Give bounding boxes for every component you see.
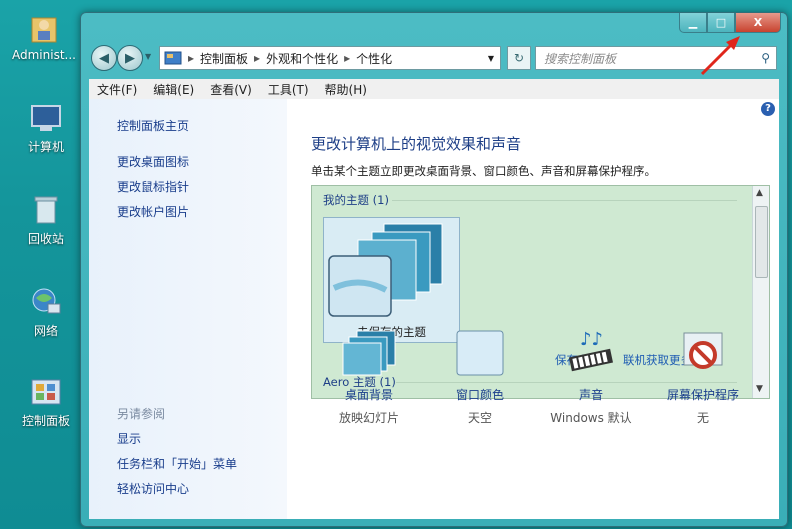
refresh-button[interactable]: ↻ xyxy=(507,46,531,70)
desktop-background-icon xyxy=(342,330,396,376)
menu-help[interactable]: 帮助(H) xyxy=(317,81,375,98)
unsaved-theme-tile[interactable]: 未保存的主题 xyxy=(323,217,460,343)
my-themes-heading: 我的主题 (1) xyxy=(323,193,389,207)
scroll-down-icon[interactable]: ▼ xyxy=(756,384,763,394)
breadcrumb-sep-icon: ▸ xyxy=(188,51,195,65)
left-navigation-pane: 控制面板主页 更改桌面图标 更改鼠标指针 更改帐户图片 另请参阅 显示 任务栏和… xyxy=(89,99,287,519)
setting-label: 声音 xyxy=(578,388,603,402)
menu-bar: 文件(F) 编辑(E) 查看(V) 工具(T) 帮助(H) xyxy=(89,79,779,99)
link-change-account-picture[interactable]: 更改帐户图片 xyxy=(117,203,189,220)
minimize-button[interactable]: ▁ xyxy=(679,13,707,33)
window-color-icon xyxy=(456,330,504,376)
navigation-bar: ◀ ▶ ▼ ▸ 控制面板 ▸ 外观和个性化 ▸ 个性化 ▼ ↻ 搜索控制面板 ⚲ xyxy=(89,43,779,71)
group-divider xyxy=(392,200,737,201)
setting-value: Windows 默认 xyxy=(550,411,632,425)
link-change-desktop-icons[interactable]: 更改桌面图标 xyxy=(117,153,189,170)
menu-view[interactable]: 查看(V) xyxy=(202,81,260,98)
page-title: 更改计算机上的视觉效果和声音 xyxy=(311,135,522,153)
link-control-panel-home[interactable]: 控制面板主页 xyxy=(117,117,189,134)
caption-buttons: ▁ □ X xyxy=(679,13,781,33)
theme-list-scrollbar[interactable]: ▲ ▼ xyxy=(752,186,769,398)
window-color-setting[interactable]: 窗口颜色 天空 xyxy=(432,329,528,426)
search-icon[interactable]: ⚲ xyxy=(761,51,770,65)
forward-button[interactable]: ▶ xyxy=(117,45,143,71)
scroll-up-icon[interactable]: ▲ xyxy=(756,188,763,198)
desktop-background-setting[interactable]: 桌面背景 放映幻灯片 xyxy=(321,329,417,426)
desktop-icon-label: 计算机 xyxy=(27,140,64,154)
desktop-icon-label: 回收站 xyxy=(27,232,64,246)
theme-preview-image xyxy=(328,223,443,317)
desktop-icon-recycle-bin[interactable]: 回收站 xyxy=(10,194,82,247)
user-folder-icon xyxy=(31,17,57,43)
screen-saver-setting[interactable]: 屏幕保护程序 无 xyxy=(655,329,751,426)
help-icon[interactable]: ? xyxy=(761,102,775,116)
breadcrumb-control-panel[interactable]: 控制面板 xyxy=(200,50,248,67)
desktop-icon-administrator[interactable]: Administ... xyxy=(8,12,80,62)
history-dropdown-icon[interactable]: ▼ xyxy=(145,52,151,61)
desktop-icon-network[interactable]: 网络 xyxy=(10,286,82,339)
recycle-bin-icon xyxy=(34,196,58,224)
link-display[interactable]: 显示 xyxy=(117,430,141,447)
back-button[interactable]: ◀ xyxy=(91,45,117,71)
breadcrumb-sep-icon: ▸ xyxy=(344,51,351,65)
svg-text:♪♪: ♪♪ xyxy=(580,329,603,350)
control-panel-small-icon xyxy=(164,51,182,65)
link-taskbar-start-menu[interactable]: 任务栏和「开始」菜单 xyxy=(117,455,237,472)
breadcrumb-sep-icon: ▸ xyxy=(254,51,261,65)
setting-label: 窗口颜色 xyxy=(455,388,504,402)
setting-value: 天空 xyxy=(467,411,492,425)
breadcrumb-personalization[interactable]: 个性化 xyxy=(356,50,392,67)
maximize-button[interactable]: □ xyxy=(707,13,735,33)
refresh-icon: ↻ xyxy=(513,51,525,65)
desktop-icon-control-panel[interactable]: 控制面板 xyxy=(10,378,82,429)
address-dropdown-icon[interactable]: ▼ xyxy=(488,54,494,63)
network-icon xyxy=(32,288,61,314)
sounds-icon: ♪♪ xyxy=(569,329,613,372)
menu-edit[interactable]: 编辑(E) xyxy=(145,81,202,98)
menu-file[interactable]: 文件(F) xyxy=(89,81,145,98)
setting-label: 桌面背景 xyxy=(344,388,393,402)
computer-icon xyxy=(31,105,61,131)
menu-tools[interactable]: 工具(T) xyxy=(260,81,317,98)
screen-saver-icon xyxy=(683,332,723,369)
close-button[interactable]: X xyxy=(735,13,781,33)
setting-label: 屏幕保护程序 xyxy=(666,388,739,402)
breadcrumb-appearance[interactable]: 外观和个性化 xyxy=(266,50,338,67)
page-description: 单击某个主题立即更改桌面背景、窗口颜色、声音和屏幕保护程序。 xyxy=(311,164,656,178)
desktop-icon-computer[interactable]: 计算机 xyxy=(10,104,82,155)
sounds-setting[interactable]: ♪♪ 声音 Windows 默认 xyxy=(543,329,639,426)
setting-value: 放映幻灯片 xyxy=(338,411,399,425)
back-arrow-icon: ◀ xyxy=(99,50,109,66)
desktop-icon-label: 控制面板 xyxy=(21,414,70,428)
watermark-url: jingyan.baidu.com xyxy=(650,470,752,483)
scrollbar-thumb[interactable] xyxy=(755,206,768,278)
desktop-icon-label: Administ... xyxy=(12,48,76,62)
link-change-mouse-pointers[interactable]: 更改鼠标指针 xyxy=(117,178,189,195)
desktop-icon-label: 网络 xyxy=(33,324,58,338)
see-also-heading: 另请参阅 xyxy=(117,407,166,421)
annotation-arrow-icon xyxy=(700,36,740,76)
address-bar[interactable]: ▸ 控制面板 ▸ 外观和个性化 ▸ 个性化 ▼ xyxy=(159,46,501,70)
forward-arrow-icon: ▶ xyxy=(125,50,135,66)
control-panel-icon xyxy=(31,379,61,405)
setting-value: 无 xyxy=(696,411,709,425)
link-ease-of-access[interactable]: 轻松访问中心 xyxy=(117,480,189,497)
